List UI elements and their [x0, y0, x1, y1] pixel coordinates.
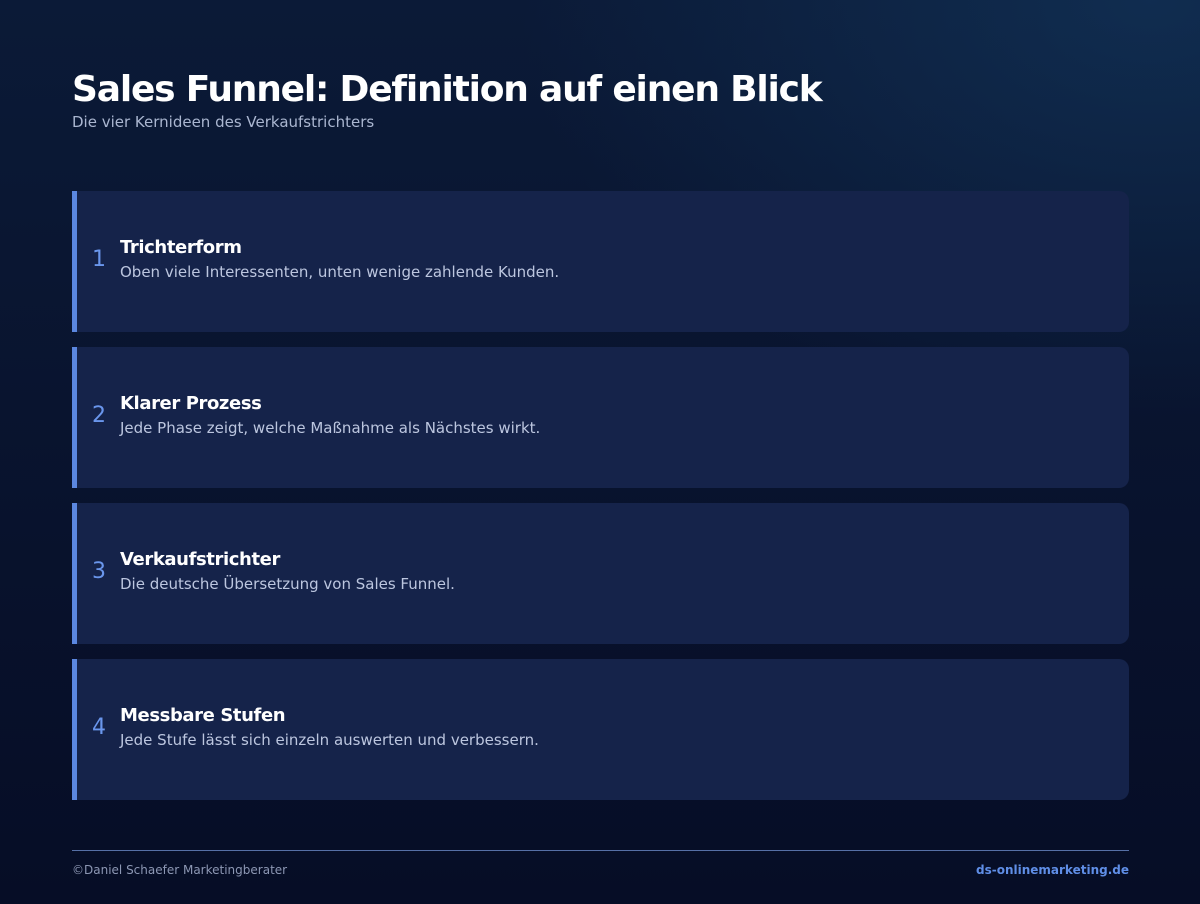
footer-website-link[interactable]: ds-onlinemarketing.de [976, 862, 1129, 878]
footer-copyright: ©Daniel Schaefer Marketingberater [72, 863, 288, 877]
card-title: Verkaufstrichter [120, 549, 280, 570]
card-description: Die deutsche Übersetzung von Sales Funne… [120, 575, 455, 593]
card-list: 1 Trichterform Oben viele Interessenten,… [72, 191, 1129, 800]
footer-divider [72, 850, 1129, 851]
card-title: Messbare Stufen [120, 705, 286, 726]
card-verkaufstrichter: 3 Verkaufstrichter Die deutsche Übersetz… [72, 503, 1129, 644]
card-number: 1 [92, 247, 106, 272]
card-description: Oben viele Interessenten, unten wenige z… [120, 263, 560, 281]
card-number: 4 [92, 715, 106, 740]
card-messbare-stufen: 4 Messbare Stufen Jede Stufe lässt sich … [72, 659, 1129, 800]
card-number: 3 [92, 559, 106, 584]
card-title: Klarer Prozess [120, 393, 262, 414]
card-title: Trichterform [120, 237, 242, 258]
card-description: Jede Phase zeigt, welche Maßnahme als Nä… [120, 419, 541, 437]
page-subtitle: Die vier Kernideen des Verkaufstrichters [72, 113, 375, 131]
page-title: Sales Funnel: Definition auf einen Blick [72, 69, 823, 110]
card-klarer-prozess: 2 Klarer Prozess Jede Phase zeigt, welch… [72, 347, 1129, 488]
card-trichterform: 1 Trichterform Oben viele Interessenten,… [72, 191, 1129, 332]
card-number: 2 [92, 403, 106, 428]
card-description: Jede Stufe lässt sich einzeln auswerten … [120, 731, 539, 749]
